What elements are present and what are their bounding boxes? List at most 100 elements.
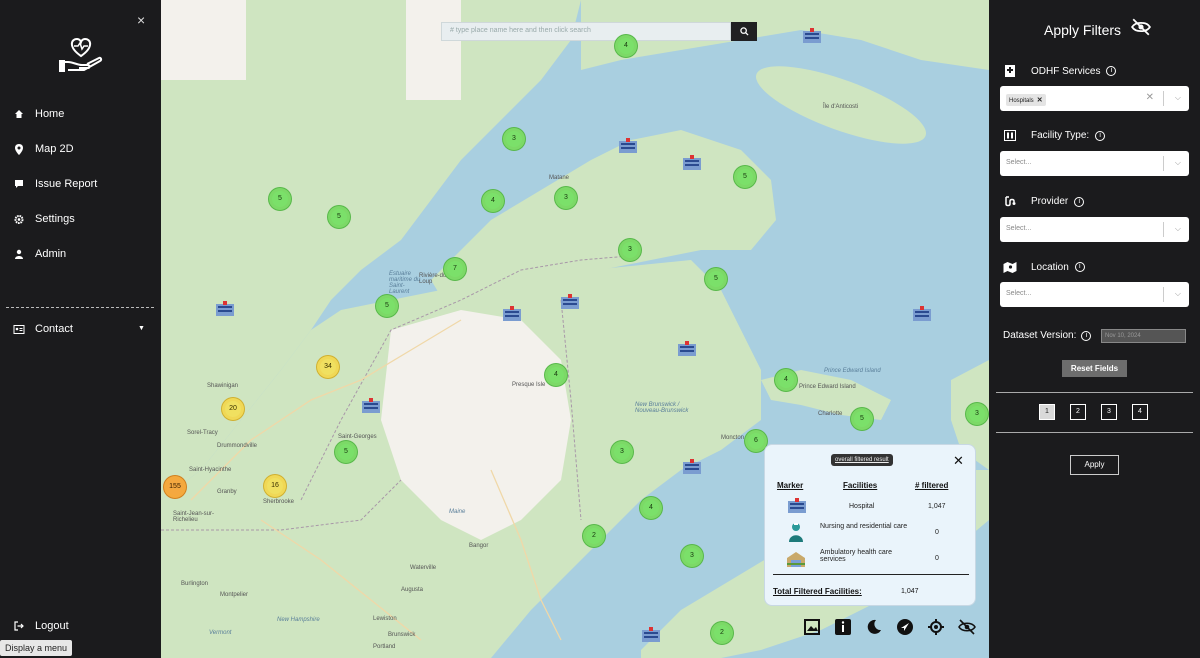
close-menu-icon[interactable]: ×	[137, 12, 145, 28]
page-button[interactable]: 1	[1039, 404, 1055, 420]
cluster-marker[interactable]: 5	[851, 408, 873, 430]
page-button[interactable]: 4	[1132, 404, 1148, 420]
cluster-marker[interactable]: 16	[264, 475, 286, 497]
odhf-services-select[interactable]: Hospitals ✕ ✕ ⌵	[1000, 86, 1189, 111]
hospital-marker-icon[interactable]	[681, 155, 703, 171]
cluster-marker[interactable]: 4	[775, 369, 797, 391]
hospital-marker-icon[interactable]	[559, 294, 581, 310]
cluster-marker[interactable]: 7	[444, 258, 466, 280]
chevron-down-icon[interactable]: ⌵	[1175, 289, 1181, 299]
nav-admin-label: Admin	[35, 248, 67, 260]
hide-layer-button[interactable]	[956, 617, 978, 637]
nav-issue-report[interactable]: Issue Report	[12, 178, 97, 190]
home-icon	[15, 110, 23, 118]
cluster-marker[interactable]: 3	[681, 545, 703, 567]
place-label: Montpelier	[220, 592, 249, 598]
info-button[interactable]	[832, 617, 854, 637]
map-search-button[interactable]	[731, 22, 757, 41]
sidebar: × Home Map 2D Issue Report Settings Admi…	[0, 0, 161, 658]
hospital-marker-icon[interactable]	[640, 627, 662, 643]
info-icon[interactable]: i	[1074, 262, 1085, 272]
nav-home[interactable]: Home	[12, 108, 64, 120]
heart-hand-icon	[59, 37, 103, 72]
hospital-marker-icon[interactable]	[214, 301, 236, 317]
nav-logout[interactable]: Logout	[12, 620, 69, 632]
cluster-marker[interactable]: 3	[503, 128, 525, 150]
nav-admin[interactable]: Admin	[12, 248, 66, 260]
chevron-down-icon[interactable]: ⌵	[1175, 158, 1181, 168]
info-icon[interactable]: i	[1081, 330, 1092, 341]
provider-select[interactable]: Select... ⌵	[1000, 217, 1189, 242]
place-label: New Hampshire	[277, 617, 320, 623]
place-label: Drummondville	[217, 443, 258, 449]
eye-off-icon	[958, 619, 976, 635]
hospital-marker-icon[interactable]	[360, 398, 382, 414]
map-canvas[interactable]: # type place name here and then click se…	[161, 0, 989, 658]
cluster-marker[interactable]: 2	[711, 622, 733, 644]
cluster-marker[interactable]: 4	[615, 35, 637, 57]
cluster-marker[interactable]: 34	[317, 356, 339, 378]
hospital-marker-icon[interactable]	[501, 306, 523, 322]
hospital-marker-icon[interactable]	[617, 138, 639, 154]
place-label: Vermont	[209, 630, 232, 636]
chevron-down-icon[interactable]: ⌵	[1175, 224, 1181, 234]
reset-fields-button[interactable]: Reset Fields	[1062, 360, 1127, 377]
place-label: Moncton	[721, 435, 745, 441]
select-separator	[1163, 287, 1164, 302]
info-icon[interactable]: i	[1074, 196, 1085, 207]
cluster-marker[interactable]: 20	[222, 398, 244, 420]
place-label: Saint-Jean-sur-Richelieu	[173, 511, 215, 523]
remove-tag-icon[interactable]: ✕	[1037, 97, 1043, 104]
info-icon[interactable]: i	[1106, 66, 1117, 76]
hospital-marker-icon[interactable]	[801, 28, 823, 44]
cluster-marker[interactable]: 5	[335, 441, 357, 463]
place-label: New Brunswick / Nouveau-Brunswick	[635, 402, 689, 414]
hospital-marker-icon[interactable]	[676, 341, 698, 357]
navigate-button[interactable]	[894, 617, 916, 637]
place-label: Augusta	[401, 587, 424, 593]
cluster-marker[interactable]: 5	[376, 295, 398, 317]
cluster-marker[interactable]: 5	[705, 268, 727, 290]
cluster-marker[interactable]: 4	[482, 190, 504, 212]
page-button[interactable]: 2	[1070, 404, 1086, 420]
cluster-marker[interactable]: 4	[545, 364, 567, 386]
apply-button[interactable]: Apply	[1070, 455, 1119, 475]
navigate-icon	[897, 619, 913, 635]
cluster-marker[interactable]: 5	[734, 166, 756, 188]
map-search-input[interactable]: # type place name here and then click se…	[441, 22, 731, 41]
hospital-marker-icon[interactable]	[911, 306, 933, 322]
place-label: Saint-Georges	[338, 434, 377, 440]
nav-settings[interactable]: Settings	[12, 213, 75, 225]
select-separator	[1163, 222, 1164, 237]
cluster-marker[interactable]: 3	[555, 187, 577, 209]
nav-map-2d[interactable]: Map 2D	[12, 143, 74, 155]
image-button[interactable]	[801, 617, 823, 637]
clear-icon[interactable]: ✕	[1146, 92, 1154, 103]
eye-off-icon[interactable]	[1131, 18, 1151, 36]
cluster-marker[interactable]: 3	[966, 403, 988, 425]
cluster-marker[interactable]: 4	[640, 497, 662, 519]
nav-contact[interactable]: Contact	[12, 323, 73, 335]
page-button[interactable]: 3	[1101, 404, 1117, 420]
image-icon	[804, 619, 820, 635]
overall-result-badge[interactable]: overall filtered result	[831, 454, 893, 466]
facility-type-select[interactable]: Select... ⌵	[1000, 151, 1189, 176]
cluster-marker[interactable]: 2	[583, 525, 605, 547]
cluster-marker[interactable]: 5	[269, 188, 291, 210]
cluster-marker[interactable]: 3	[611, 441, 633, 463]
facility-count: 0	[935, 555, 939, 562]
dataset-version-input[interactable]: Nov 10, 2024	[1101, 329, 1186, 343]
cluster-marker[interactable]: 155	[164, 476, 186, 498]
total-value: 1,047	[901, 588, 919, 595]
cluster-marker[interactable]: 3	[619, 239, 641, 261]
locate-button[interactable]	[925, 617, 947, 637]
cluster-marker[interactable]: 5	[328, 206, 350, 228]
chevron-down-icon[interactable]: ▼	[138, 325, 145, 332]
dark-mode-button[interactable]	[863, 617, 885, 637]
hospital-marker-icon[interactable]	[681, 459, 703, 475]
close-icon[interactable]: ✕	[953, 453, 964, 469]
place-label: Waterville	[410, 565, 437, 571]
info-icon[interactable]: i	[1095, 130, 1106, 141]
chevron-down-icon[interactable]: ⌵	[1175, 93, 1181, 103]
location-select[interactable]: Select... ⌵	[1000, 282, 1189, 307]
